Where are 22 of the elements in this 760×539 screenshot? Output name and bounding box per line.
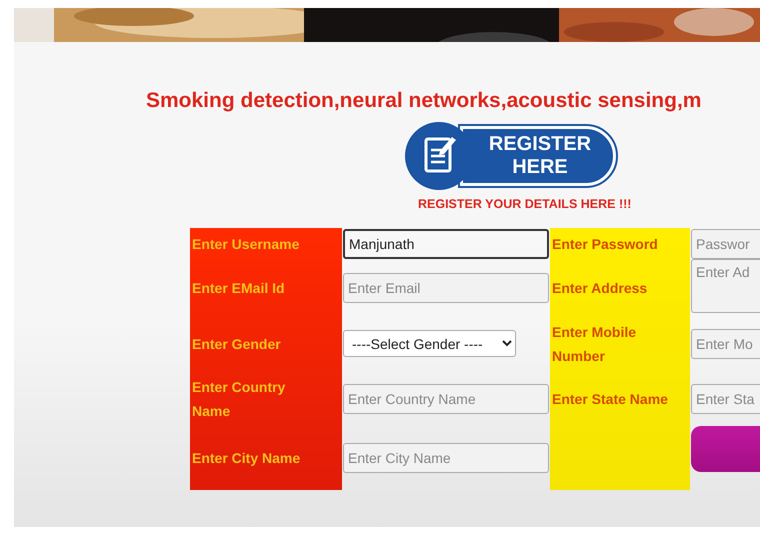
field-label: Enter Country Name xyxy=(191,378,286,420)
subtitle: REGISTER YOUR DETAILS HERE !!! xyxy=(418,197,632,211)
field-label: Enter Gender xyxy=(191,334,282,354)
input-field[interactable]: Enter Mo xyxy=(691,328,760,358)
input-field[interactable]: Enter Sta xyxy=(691,384,760,414)
gender-dropdown[interactable]: ----Select Gender ---- xyxy=(343,330,516,357)
field-label: Enter Address xyxy=(551,278,648,298)
input-field[interactable]: Enter Email xyxy=(343,272,549,302)
input-field[interactable]: Enter Country Name xyxy=(343,384,549,414)
submit-button[interactable] xyxy=(691,426,760,472)
input-field[interactable]: Enter City Name xyxy=(343,443,549,473)
input-field[interactable]: Enter Ad xyxy=(691,259,760,313)
field-label: Enter Password xyxy=(551,234,659,254)
field-label: Enter State Name xyxy=(551,390,669,408)
field-label: Enter City Name xyxy=(191,449,302,468)
register-label: REGISTER HERE xyxy=(460,126,616,186)
field-label: Enter EMail Id xyxy=(191,278,286,298)
field-label: Enter Mobile Number xyxy=(551,322,638,366)
input-field[interactable]: Passwor xyxy=(691,228,760,258)
page-heading: Smoking detection,neural networks,acoustic sensing,m xyxy=(146,88,702,114)
input-field[interactable]: Manjunath xyxy=(343,228,549,258)
field-label: Enter Username xyxy=(191,234,300,254)
